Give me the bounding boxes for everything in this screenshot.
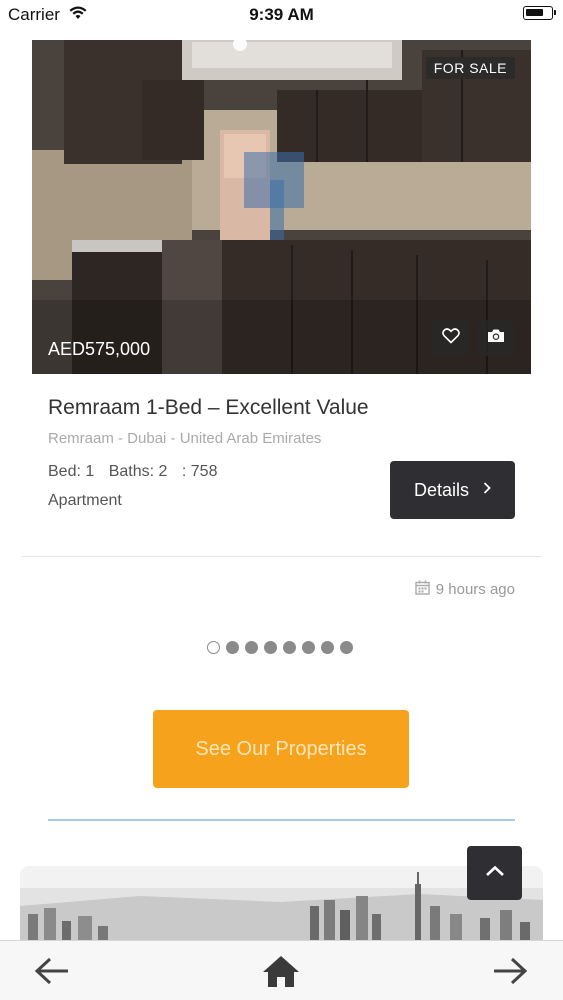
city-banner-image — [20, 866, 543, 946]
listing-location: Remraam - Dubai - United Arab Emirates — [48, 430, 322, 447]
arrow-right-icon[interactable] — [490, 951, 530, 991]
carousel-dot[interactable] — [321, 641, 334, 654]
chevron-up-icon — [485, 864, 505, 882]
posted-label: 9 hours ago — [435, 581, 515, 598]
details-button[interactable]: Details — [390, 461, 515, 519]
favorite-button[interactable] — [433, 320, 469, 356]
area-value: : 758 — [181, 463, 218, 480]
details-label: Details — [413, 479, 470, 500]
carousel-pagination — [207, 641, 359, 654]
for-sale-badge: FOR SALE — [425, 57, 515, 79]
battery-icon — [523, 6, 556, 20]
calendar-icon — [415, 580, 436, 599]
carousel-dot[interactable] — [245, 641, 258, 654]
status-bar: Carrier 9:39 AM — [0, 0, 563, 30]
divider — [22, 556, 542, 557]
listing-specs: Bed: 1 Baths: 2 : 758 — [48, 463, 227, 481]
carousel-dot[interactable] — [302, 641, 315, 654]
photos-button[interactable] — [478, 320, 514, 356]
bath-count: Baths: 2 — [108, 463, 168, 480]
clock: 9:39 AM — [249, 5, 314, 24]
carousel-dot[interactable] — [264, 641, 277, 654]
scroll-to-top-button[interactable] — [467, 846, 522, 900]
listing-title[interactable]: Remraam 1-Bed – Excellent Value — [48, 396, 369, 420]
property-type: Apartment — [48, 492, 122, 509]
heart-icon — [442, 327, 460, 349]
posted-time: 9 hours ago — [415, 580, 515, 599]
listing-price: AED575,000 — [48, 339, 151, 359]
carousel-dot[interactable] — [207, 641, 220, 654]
bed-count: Bed: 1 — [48, 463, 95, 480]
arrow-left-icon[interactable] — [32, 951, 72, 991]
see-properties-button[interactable]: See Our Properties — [153, 710, 409, 788]
section-separator — [48, 819, 515, 821]
carousel-dot[interactable] — [283, 641, 296, 654]
chevron-right-icon — [483, 481, 491, 499]
carousel-dot[interactable] — [226, 641, 239, 654]
bottom-navigation-bar — [0, 940, 563, 1000]
camera-icon — [487, 328, 505, 348]
carousel-dot[interactable] — [340, 641, 353, 654]
home-icon[interactable] — [261, 951, 301, 991]
